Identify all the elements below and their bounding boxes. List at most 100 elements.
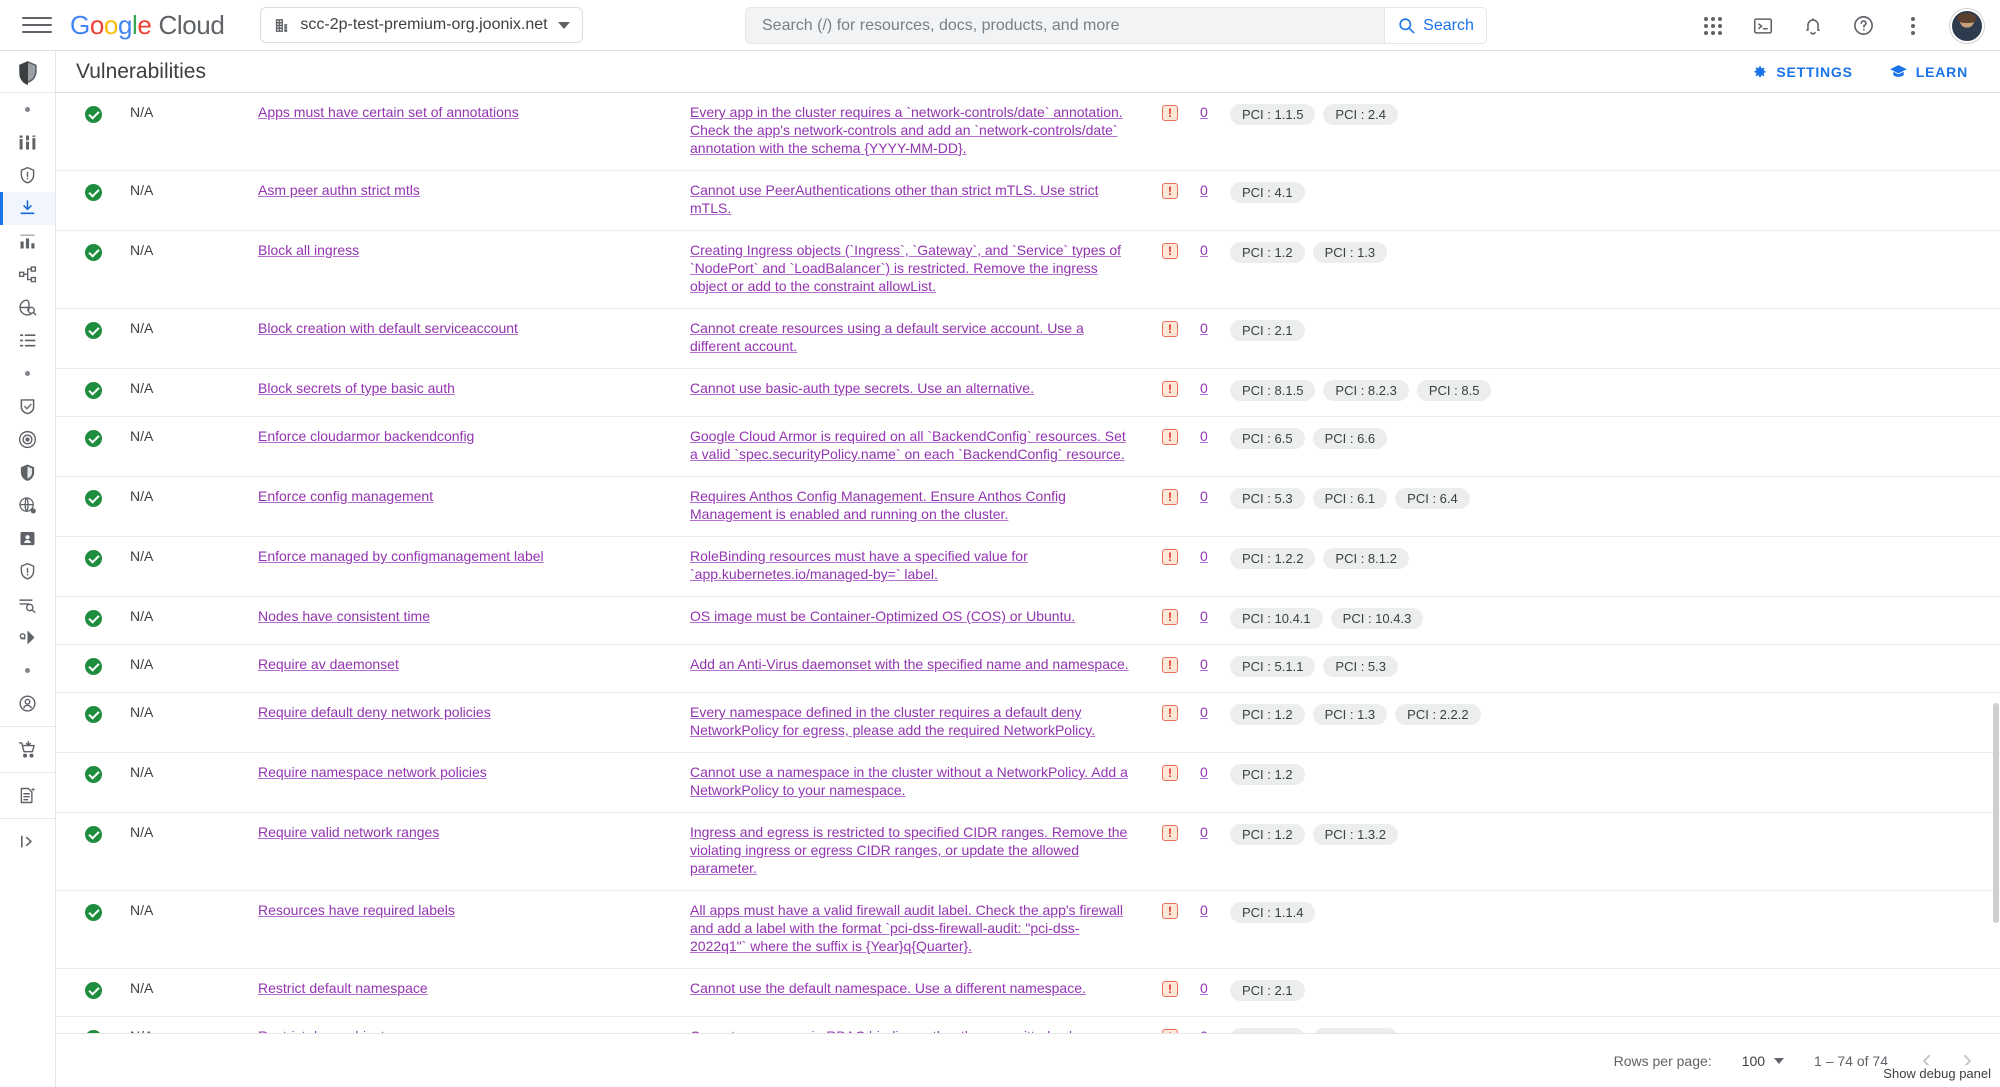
table-row[interactable]: N/A Asm peer authn strict mtls Cannot use … xyxy=(56,170,2000,231)
warning-exclamation-icon[interactable]: ! xyxy=(1162,381,1178,397)
vulnerability-description-link[interactable]: OS image must be Container-Optimized OS … xyxy=(690,608,1075,624)
warning-exclamation-icon[interactable]: ! xyxy=(1162,903,1178,919)
notifications-bell-icon[interactable] xyxy=(1800,13,1826,39)
sidebar-item-compliance[interactable] xyxy=(0,225,55,258)
sidebar-item-findings[interactable] xyxy=(0,291,55,324)
findings-count-link[interactable]: 0 xyxy=(1200,428,1208,444)
expand-rail-button[interactable] xyxy=(0,825,55,858)
vulnerability-description-link[interactable]: Every namespace defined in the cluster r… xyxy=(690,704,1095,738)
warning-exclamation-icon[interactable]: ! xyxy=(1162,765,1178,781)
vulnerability-name-link[interactable]: Require namespace network policies xyxy=(258,764,487,780)
vulnerability-description-link[interactable]: Google Cloud Armor is required on all `B… xyxy=(690,428,1126,462)
help-question-icon[interactable] xyxy=(1850,13,1876,39)
sidebar-item-web-security-scanner[interactable] xyxy=(0,489,55,522)
findings-count-link[interactable]: 0 xyxy=(1200,824,1208,840)
warning-exclamation-icon[interactable]: ! xyxy=(1162,657,1178,673)
vulnerability-name-link[interactable]: Enforce config management xyxy=(258,488,433,504)
table-row[interactable]: N/A Restrict default namespace Cannot use … xyxy=(56,968,2000,1017)
sidebar-item-assets[interactable] xyxy=(0,258,55,291)
vulnerability-description-link[interactable]: Ingress and egress is restricted to spec… xyxy=(690,824,1127,876)
findings-count-link[interactable]: 0 xyxy=(1200,902,1208,918)
warning-exclamation-icon[interactable]: ! xyxy=(1162,609,1178,625)
vulnerabilities-table-container[interactable]: N/A Apps must have certain set of annotat… xyxy=(56,93,2000,1033)
warning-exclamation-icon[interactable]: ! xyxy=(1162,105,1178,121)
vulnerability-name-link[interactable]: Require av daemonset xyxy=(258,656,399,672)
settings-button[interactable]: SETTINGS xyxy=(1750,63,1852,81)
vulnerability-name-link[interactable]: Block secrets of type basic auth xyxy=(258,380,455,396)
sidebar-item-alerts[interactable] xyxy=(0,555,55,588)
table-row[interactable]: N/A Nodes have consistent time OS image mu… xyxy=(56,596,2000,645)
vulnerability-description-link[interactable]: Cannot use a namespace in the cluster wi… xyxy=(690,764,1128,798)
vulnerability-name-link[interactable]: Resources have required labels xyxy=(258,902,455,918)
findings-count-link[interactable]: 0 xyxy=(1200,104,1208,120)
table-row[interactable]: N/A Require namespace network policies Can… xyxy=(56,752,2000,813)
table-row[interactable]: N/A Block all ingress Creating Ingress obj… xyxy=(56,230,2000,309)
sidebar-item-integrations[interactable] xyxy=(0,621,55,654)
vulnerability-name-link[interactable]: Apps must have certain set of annotation… xyxy=(258,104,519,120)
findings-count-link[interactable]: 0 xyxy=(1200,380,1208,396)
search-input[interactable] xyxy=(760,15,1370,36)
show-debug-panel-link[interactable]: Show debug panel xyxy=(1880,1065,1994,1082)
vulnerability-description-link[interactable]: Cannot use the default namespace. Use a … xyxy=(690,980,1086,996)
warning-exclamation-icon[interactable]: ! xyxy=(1162,429,1178,445)
findings-count-link[interactable]: 0 xyxy=(1200,488,1208,504)
sidebar-item-posture[interactable] xyxy=(0,390,55,423)
findings-count-link[interactable]: 0 xyxy=(1200,656,1208,672)
warning-exclamation-icon[interactable]: ! xyxy=(1162,705,1178,721)
table-row[interactable]: N/A Enforce config management Requires Ant… xyxy=(56,476,2000,537)
sidebar-item-threats[interactable] xyxy=(0,159,55,192)
warning-exclamation-icon[interactable]: ! xyxy=(1162,321,1178,337)
warning-exclamation-icon[interactable]: ! xyxy=(1162,243,1178,259)
learn-button[interactable]: LEARN xyxy=(1889,62,1968,81)
sidebar-item-sources[interactable] xyxy=(0,324,55,357)
more-kebab-icon[interactable] xyxy=(1900,13,1926,39)
warning-exclamation-icon[interactable]: ! xyxy=(1162,489,1178,505)
vulnerability-name-link[interactable]: Nodes have consistent time xyxy=(258,608,430,624)
project-picker[interactable]: scc-2p-test-premium-org.joonix.net xyxy=(260,7,583,43)
table-row[interactable]: N/A Require valid network ranges Ingress a… xyxy=(56,812,2000,891)
sidebar-item-risk-overview[interactable] xyxy=(0,423,55,456)
warning-exclamation-icon[interactable]: ! xyxy=(1162,825,1178,841)
vulnerability-description-link[interactable]: Creating Ingress objects (`Ingress`, `Ga… xyxy=(690,242,1121,294)
vulnerability-description-link[interactable]: Requires Anthos Config Management. Ensur… xyxy=(690,488,1066,522)
rows-per-page-select[interactable]: 100 xyxy=(1742,1053,1785,1069)
vulnerability-description-link[interactable]: Cannot use basic-auth type secrets. Use … xyxy=(690,380,1034,396)
findings-count-link[interactable]: 0 xyxy=(1200,242,1208,258)
vulnerability-name-link[interactable]: Enforce cloudarmor backendconfig xyxy=(258,428,474,444)
sidebar-item-vulnerabilities[interactable] xyxy=(0,192,55,225)
sidebar-item-marketplace[interactable] xyxy=(0,733,55,766)
table-row[interactable]: N/A Enforce cloudarmor backendconfig Googl… xyxy=(56,416,2000,477)
vulnerability-description-link[interactable]: Cannot use PeerAuthentications other tha… xyxy=(690,182,1099,216)
vulnerability-name-link[interactable]: Require default deny network policies xyxy=(258,704,491,720)
table-row[interactable]: N/A Apps must have certain set of annotat… xyxy=(56,93,2000,171)
findings-count-link[interactable]: 0 xyxy=(1200,548,1208,564)
warning-exclamation-icon[interactable]: ! xyxy=(1162,549,1178,565)
vulnerability-description-link[interactable]: All apps must have a valid firewall audi… xyxy=(690,902,1123,954)
findings-count-link[interactable]: 0 xyxy=(1200,608,1208,624)
table-row[interactable]: N/ARestrict rbac subjectsCannot use name… xyxy=(56,1016,2000,1033)
table-row[interactable]: N/A Resources have required labels All app… xyxy=(56,890,2000,969)
apps-grid-icon[interactable] xyxy=(1700,13,1726,39)
search-button[interactable]: Search xyxy=(1385,7,1487,44)
google-cloud-logo[interactable]: Google Cloud xyxy=(70,10,225,41)
findings-count-link[interactable]: 0 xyxy=(1200,704,1208,720)
vulnerability-name-link[interactable]: Block creation with default serviceaccou… xyxy=(258,320,518,336)
findings-count-link[interactable]: 0 xyxy=(1200,182,1208,198)
sidebar-item-security-health[interactable] xyxy=(0,456,55,489)
vulnerability-description-link[interactable]: Add an Anti-Virus daemonset with the spe… xyxy=(690,656,1129,672)
vulnerability-name-link[interactable]: Restrict default namespace xyxy=(258,980,428,996)
vulnerability-name-link[interactable]: Require valid network ranges xyxy=(258,824,439,840)
scrollbar-thumb[interactable] xyxy=(1993,703,1999,923)
sidebar-item-sensitive-data[interactable] xyxy=(0,522,55,555)
vulnerability-name-link[interactable]: Enforce managed by configmanagement labe… xyxy=(258,548,544,564)
table-row[interactable]: N/A Block creation with default serviceac… xyxy=(56,308,2000,369)
search-field-wrapper[interactable] xyxy=(745,7,1385,44)
vulnerability-name-link[interactable]: Asm peer authn strict mtls xyxy=(258,182,420,198)
findings-count-link[interactable]: 0 xyxy=(1200,980,1208,996)
cloud-shell-icon[interactable] xyxy=(1750,13,1776,39)
vulnerability-description-link[interactable]: RoleBinding resources must have a specif… xyxy=(690,548,1028,582)
security-command-center-logo[interactable] xyxy=(0,51,55,93)
table-scrollbar[interactable] xyxy=(1992,93,2000,1033)
sidebar-item-release-notes[interactable] xyxy=(0,779,55,812)
warning-exclamation-icon[interactable]: ! xyxy=(1162,183,1178,199)
